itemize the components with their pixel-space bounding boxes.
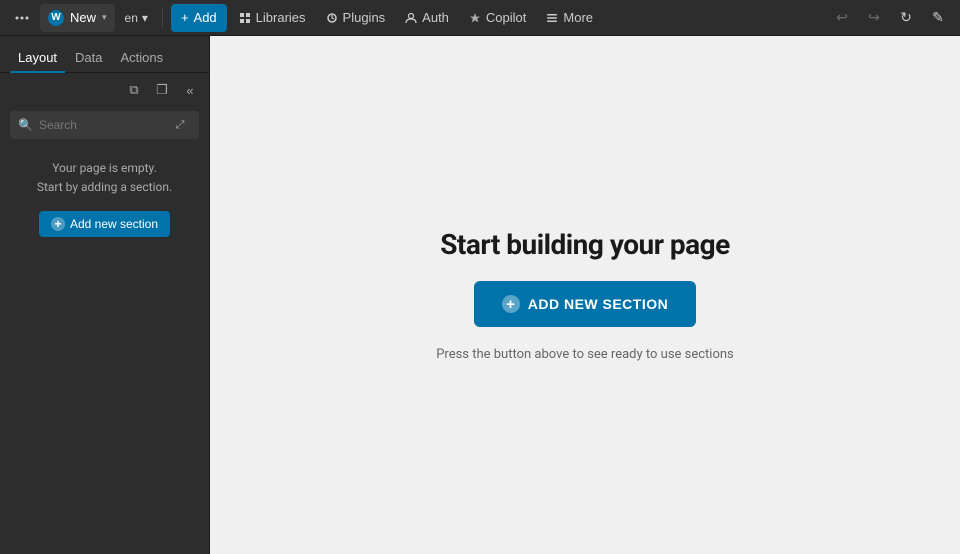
duplicate-button[interactable]: ⧉ — [121, 77, 147, 103]
undo-button[interactable]: ↩ — [828, 4, 856, 32]
copilot-label: Copilot — [486, 10, 526, 25]
canvas-add-icon: + — [502, 295, 520, 313]
sidebar: Layout Data Actions ⧉ ❐ « 🔍 ⤢ Your page … — [0, 36, 210, 554]
nav-separator — [162, 8, 163, 28]
plugins-button[interactable]: Plugins — [318, 4, 394, 32]
sidebar-tabs: Layout Data Actions — [0, 36, 209, 73]
more-label: More — [563, 10, 593, 25]
auth-icon — [405, 12, 417, 24]
top-nav: W New ▾ en ▾ + Add Libraries Plugins Aut… — [0, 0, 960, 36]
libraries-button[interactable]: Libraries — [231, 4, 314, 32]
pen-icon: ✎ — [932, 9, 944, 26]
search-icon: 🔍 — [18, 118, 33, 132]
add-label: Add — [194, 10, 217, 25]
auth-button[interactable]: Auth — [397, 4, 457, 32]
copilot-icon — [469, 12, 481, 24]
empty-line1: Your page is empty. — [52, 161, 157, 175]
pen-button[interactable]: ✎ — [924, 4, 952, 32]
refresh-icon: ↻ — [900, 9, 912, 26]
canvas-sub-text: Press the button above to see ready to u… — [436, 347, 734, 362]
redo-icon: ↪ — [868, 9, 880, 26]
expand-button[interactable]: ⤢ — [169, 114, 191, 136]
sidebar-content: Your page is empty. Start by adding a se… — [0, 147, 209, 554]
app-menu-button[interactable] — [8, 4, 36, 32]
tab-data[interactable]: Data — [67, 44, 110, 73]
search-input[interactable] — [39, 111, 163, 139]
canvas-add-label: ADD NEW SECTION — [528, 296, 669, 312]
redo-button[interactable]: ↪ — [860, 4, 888, 32]
add-button[interactable]: + Add — [171, 4, 227, 32]
canvas-inner: Start building your page + ADD NEW SECTI… — [436, 228, 734, 362]
search-wrapper: 🔍 ⤢ — [10, 111, 199, 139]
sidebar-add-section-icon: + — [51, 217, 65, 231]
more-icon — [546, 12, 558, 24]
undo-icon: ↩ — [836, 9, 848, 26]
new-label: New — [70, 10, 96, 25]
canvas-add-section-button[interactable]: + ADD NEW SECTION — [474, 281, 697, 327]
sidebar-search-container: 🔍 ⤢ — [0, 107, 209, 147]
wordpress-icon: W — [48, 10, 64, 26]
main-area: Layout Data Actions ⧉ ❐ « 🔍 ⤢ Your page … — [0, 36, 960, 554]
sidebar-add-section-button[interactable]: + Add new section — [39, 211, 170, 237]
empty-line2: Start by adding a section. — [37, 180, 172, 194]
add-icon: + — [181, 10, 189, 25]
copy-button[interactable]: ❐ — [149, 77, 175, 103]
canvas-heading: Start building your page — [440, 228, 730, 261]
new-page-button[interactable]: W New ▾ — [40, 4, 115, 32]
lang-label: en — [125, 11, 138, 25]
tab-layout[interactable]: Layout — [10, 44, 65, 73]
sidebar-add-section-label: Add new section — [70, 217, 158, 231]
auth-label: Auth — [422, 10, 449, 25]
plugins-icon — [326, 12, 338, 24]
lang-chevron-icon: ▾ — [142, 11, 148, 25]
new-chevron-icon: ▾ — [102, 12, 107, 23]
empty-page-message: Your page is empty. Start by adding a se… — [37, 159, 172, 197]
refresh-button[interactable]: ↻ — [892, 4, 920, 32]
collapse-sidebar-button[interactable]: « — [177, 77, 203, 103]
language-button[interactable]: en ▾ — [119, 4, 154, 32]
tab-actions[interactable]: Actions — [113, 44, 172, 73]
libraries-label: Libraries — [256, 10, 306, 25]
more-button[interactable]: More — [538, 4, 601, 32]
libraries-icon — [239, 12, 251, 24]
plugins-label: Plugins — [343, 10, 386, 25]
copilot-button[interactable]: Copilot — [461, 4, 534, 32]
canvas-area: Start building your page + ADD NEW SECTI… — [210, 36, 960, 554]
sidebar-actions: ⧉ ❐ « — [0, 73, 209, 107]
